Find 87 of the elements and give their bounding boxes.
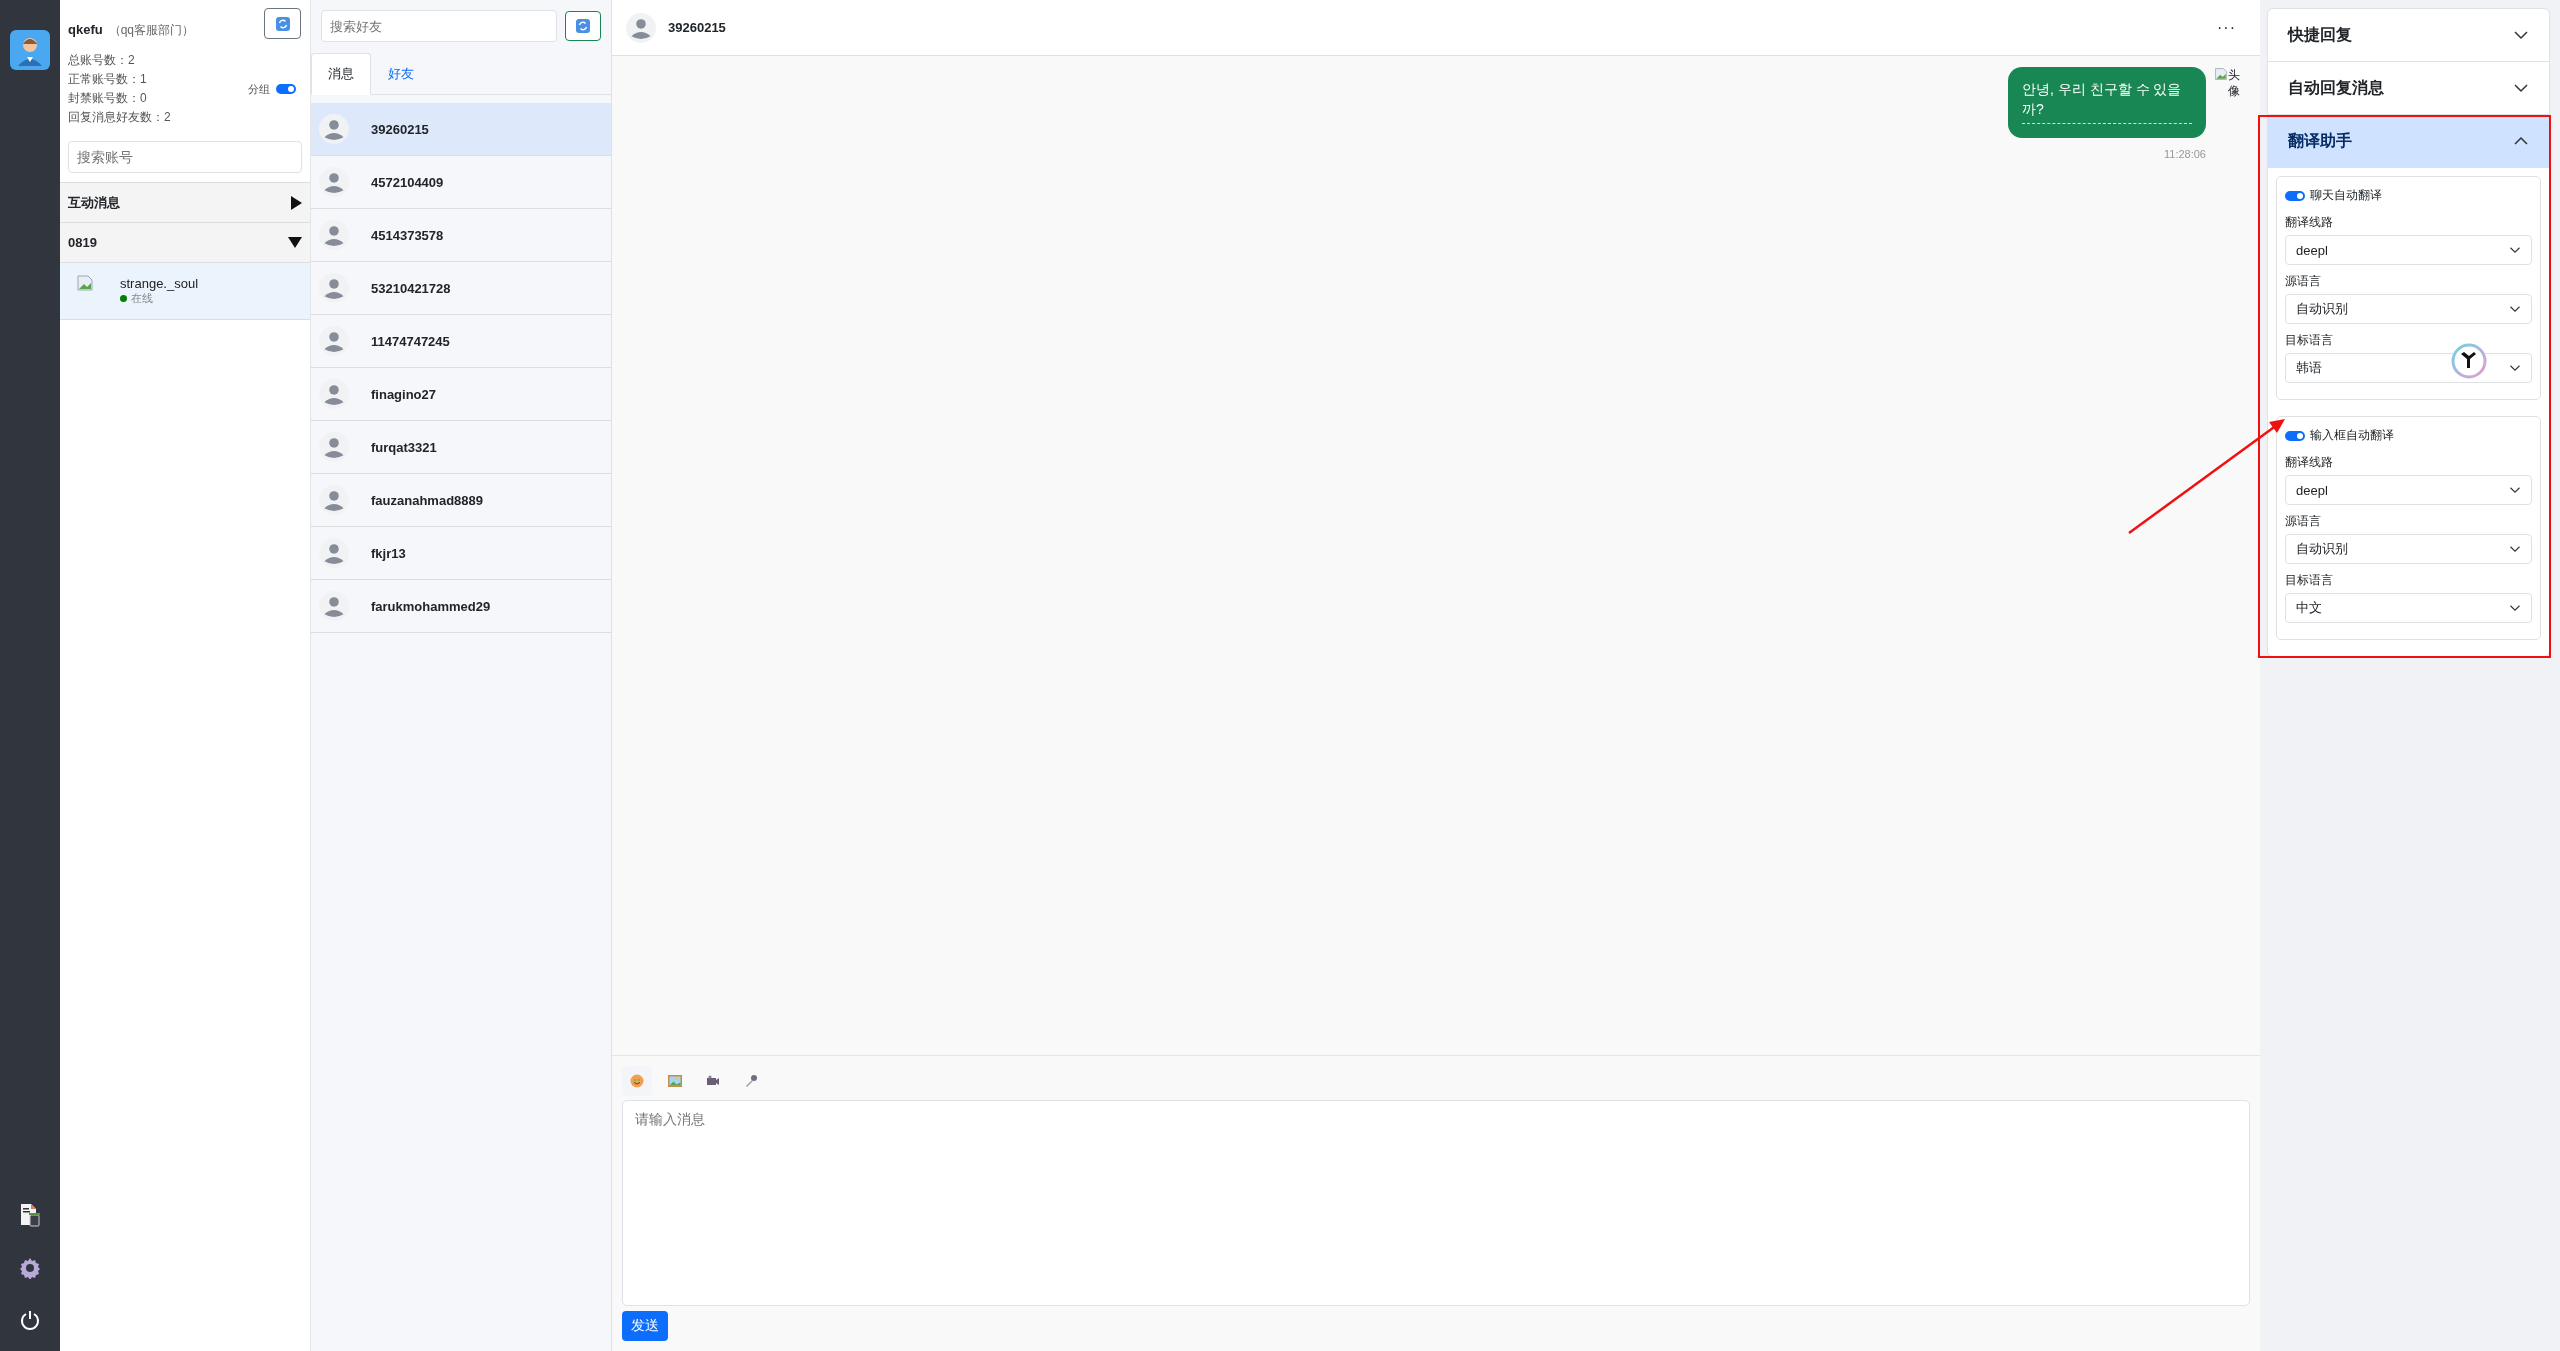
message-input[interactable]: 请输入消息 <box>622 1100 2250 1306</box>
field-label: 源语言 <box>2285 273 2322 290</box>
avatar-icon <box>319 379 349 409</box>
emoji-icon[interactable] <box>630 1074 644 1088</box>
refresh-icon <box>575 18 591 34</box>
contact-name: furqat3321 <box>371 439 437 455</box>
more-button[interactable]: ··· <box>2217 18 2246 37</box>
avatar-icon <box>319 538 349 568</box>
tab[interactable]: 消息 <box>311 53 371 95</box>
avatar-icon <box>319 114 349 144</box>
contact-item[interactable]: 39260215 <box>311 103 611 156</box>
contact-name: 4572104409 <box>371 174 444 190</box>
avatar-icon <box>319 485 349 515</box>
account-name: strange._soul <box>120 276 199 291</box>
stat-text: 回复消息好友数：2 <box>68 110 171 125</box>
contact-item[interactable]: 11474747245 <box>311 315 611 368</box>
refresh-icon <box>274 15 291 32</box>
stat-text: 总账号数：2 <box>68 53 136 68</box>
department-label: （qq客服部门） <box>108 23 195 37</box>
avatar-icon <box>319 220 349 250</box>
contact-item[interactable]: furqat3321 <box>311 421 611 474</box>
stat-text: 正常账号数：1 <box>68 72 148 87</box>
accordion-header[interactable]: 翻译助手 <box>2268 115 2549 168</box>
tab[interactable]: 好友 <box>371 53 431 95</box>
accordion-header[interactable]: 自动回复消息 <box>2268 62 2549 115</box>
settings-icon[interactable] <box>19 1257 41 1279</box>
refresh-button[interactable] <box>264 8 301 39</box>
status-text: 在线 <box>131 291 153 306</box>
video-camera-icon[interactable] <box>706 1075 720 1087</box>
contact-item[interactable]: fkjr13 <box>311 527 611 580</box>
toggle-switch[interactable] <box>2285 430 2305 441</box>
message-text: 안녕, 우리 친구할 수 있을까? <box>2022 80 2183 119</box>
broken-image-icon <box>76 274 94 292</box>
stat-text: 封禁账号数：0 <box>68 91 148 106</box>
toggle-label: 聊天自动翻译 <box>2310 187 2382 204</box>
contact-name: farukmohammed29 <box>371 598 491 614</box>
account-name: qkefu <box>68 22 103 37</box>
avatar-icon <box>626 12 656 43</box>
contact-name: 4514373578 <box>371 227 444 243</box>
avatar-icon <box>319 167 349 197</box>
toggle-label: 分组 <box>248 81 270 97</box>
account-item[interactable]: strange._soul 在线 <box>60 263 310 320</box>
avatar-icon <box>319 326 349 356</box>
avatar-icon <box>319 432 349 462</box>
field-label: 源语言 <box>2285 513 2322 530</box>
contact-name: fauzanahmad8889 <box>371 492 483 508</box>
select-field[interactable]: 自动识别 <box>2285 294 2532 324</box>
broken-image-icon <box>2214 67 2228 81</box>
accordion-header[interactable]: 快捷回复 <box>2268 9 2549 62</box>
select-field[interactable]: 自动识别 <box>2285 534 2532 564</box>
field-label: 目标语言 <box>2285 332 2334 349</box>
contact-item[interactable]: 4514373578 <box>311 209 611 262</box>
search-field[interactable]: 搜索好友 <box>321 10 557 42</box>
group-header[interactable]: 互动消息 <box>60 182 310 223</box>
file-delete-icon[interactable] <box>19 1203 41 1227</box>
select-field[interactable]: deepl <box>2285 475 2532 505</box>
group-header[interactable]: 0819 <box>60 222 310 263</box>
contact-name: fkjr13 <box>371 545 406 561</box>
field-label: 目标语言 <box>2285 572 2334 589</box>
contact-item[interactable]: farukmohammed29 <box>311 580 611 633</box>
avatar-icon <box>319 273 349 303</box>
contact-item[interactable]: 4572104409 <box>311 156 611 209</box>
microphone-icon[interactable] <box>744 1074 758 1088</box>
avatar-alt-text: 头像 <box>2228 67 2241 99</box>
agent-avatar-icon[interactable] <box>10 30 50 70</box>
group-switch[interactable] <box>276 84 296 94</box>
refresh-button[interactable] <box>565 11 601 41</box>
select-field[interactable]: deepl <box>2285 235 2532 265</box>
contact-name: 11474747245 <box>371 333 450 349</box>
power-icon[interactable] <box>19 1309 41 1331</box>
select-field[interactable]: 中文 <box>2285 593 2532 623</box>
contact-name: 39260215 <box>371 121 429 137</box>
contact-item[interactable]: fauzanahmad8889 <box>311 474 611 527</box>
field-label: 翻译线路 <box>2285 214 2334 231</box>
floating-logo-icon[interactable] <box>2451 343 2487 379</box>
contact-name: finagino27 <box>371 386 436 402</box>
toggle-switch[interactable] <box>2285 190 2305 201</box>
avatar-icon <box>319 591 349 621</box>
chat-title: 39260215 <box>668 20 727 35</box>
send-button[interactable]: 发送 <box>622 1311 668 1341</box>
contact-item[interactable]: 53210421728 <box>311 262 611 315</box>
search-field[interactable]: 搜索账号 <box>68 141 302 173</box>
message-time: 11:28:06 <box>2164 148 2206 160</box>
contact-name: 53210421728 <box>371 280 451 296</box>
contact-item[interactable]: finagino27 <box>311 368 611 421</box>
field-label: 翻译线路 <box>2285 454 2334 471</box>
toggle-label: 输入框自动翻译 <box>2310 427 2394 444</box>
